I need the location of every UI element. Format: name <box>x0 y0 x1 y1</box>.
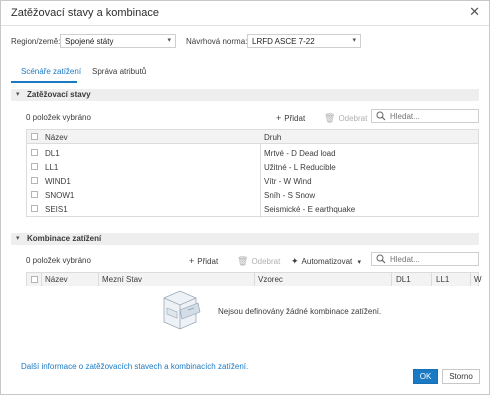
remove-load-case-button[interactable]: 🗑 Odebrat <box>324 113 367 124</box>
region-label: Region/země: <box>11 37 61 46</box>
row-checkbox[interactable] <box>31 191 38 198</box>
remove-label: Odebrat <box>251 257 281 266</box>
select-all-checkbox[interactable] <box>31 276 38 283</box>
table-row[interactable]: SNOW1 Sníh - S Snow <box>27 190 478 201</box>
column-divider <box>254 273 255 286</box>
title-bar: Zatěžovací stavy a kombinace ✕ <box>1 1 489 26</box>
table-header-row: Název Druh <box>27 130 478 144</box>
row-name: LL1 <box>45 163 59 172</box>
combinations-selection-count: 0 položek vybráno <box>26 256 91 265</box>
add-load-case-button[interactable]: + Přidat <box>276 113 305 123</box>
combinations-search[interactable] <box>371 252 479 266</box>
column-divider <box>470 273 471 286</box>
trash-icon: 🗑 <box>324 113 336 123</box>
norm-select[interactable]: LRFD ASCE 7-22 ▾ <box>247 34 361 48</box>
load-cases-section-title: Zatěžovací stavy <box>27 90 91 99</box>
sparkle-icon: ✦ <box>291 256 299 266</box>
dialog-title: Zatěžovací stavy a kombinace <box>11 7 159 19</box>
row-checkbox[interactable] <box>31 163 38 170</box>
tab-load-scenarios[interactable]: Scénáře zatížení <box>21 67 81 76</box>
plus-icon: + <box>276 113 282 123</box>
row-checkbox[interactable] <box>31 149 38 156</box>
column-header-limit-state[interactable]: Mezní Stav <box>102 275 142 284</box>
column-divider <box>391 273 392 286</box>
chevron-down-icon: ▾ <box>357 259 361 266</box>
remove-combination-button[interactable]: 🗑 Odebrat <box>237 256 280 267</box>
load-cases-section-header[interactable]: ▾ Zatěžovací stavy <box>11 89 479 101</box>
load-combinations-section-header[interactable]: ▾ Kombinace zatížení <box>11 233 479 245</box>
column-header-dl1[interactable]: DL1 <box>396 275 411 284</box>
empty-cabinet-icon <box>163 290 201 330</box>
chevron-down-icon: ▾ <box>352 37 356 44</box>
row-checkbox[interactable] <box>31 177 38 184</box>
region-select[interactable]: Spojené státy ▾ <box>60 34 176 48</box>
add-label: Přidat <box>284 114 306 123</box>
table-row[interactable]: DL1 Mrtvé - D Dead load <box>27 148 478 159</box>
ok-button[interactable]: OK <box>413 369 438 384</box>
load-cases-search[interactable] <box>371 109 479 123</box>
column-header-ll1[interactable]: LL1 <box>436 275 449 284</box>
column-header-w[interactable]: W <box>474 275 482 284</box>
row-kind: Mrtvé - D Dead load <box>264 149 336 158</box>
more-info-link[interactable]: Další informace o zatěžovacích stavech a… <box>21 362 248 371</box>
collapse-triangle-icon[interactable]: ▾ <box>16 90 20 98</box>
load-cases-search-input[interactable] <box>390 111 470 121</box>
column-header-name[interactable]: Název <box>45 133 68 142</box>
search-icon <box>376 111 386 121</box>
table-row[interactable]: LL1 Užitné - L Reducible <box>27 162 478 173</box>
row-kind: Vítr - W Wind <box>264 177 312 186</box>
region-value: Spojené státy <box>65 37 114 46</box>
tab-bar: Scénáře zatížení Správa atributů <box>11 63 477 83</box>
row-kind: Sníh - S Snow <box>264 191 316 200</box>
column-header-name[interactable]: Název <box>45 275 68 284</box>
table-row[interactable]: WIND1 Vítr - W Wind <box>27 176 478 187</box>
add-label: Přidat <box>197 257 219 266</box>
row-kind: Seismické - E earthquake <box>264 205 356 214</box>
active-tab-indicator <box>11 81 77 83</box>
column-divider <box>98 273 99 286</box>
row-name: SNOW1 <box>45 191 75 200</box>
table-row[interactable]: SEIS1 Seismické - E earthquake <box>27 204 478 215</box>
automate-button[interactable]: ✦ Automatizovat ▾ <box>291 256 361 267</box>
empty-combinations-message: Nejsou definovány žádné kombinace zatíže… <box>218 307 382 316</box>
column-header-formula[interactable]: Vzorec <box>258 275 283 284</box>
combinations-table-header: Název Mezní Stav Vzorec DL1 LL1 W <box>26 272 482 286</box>
column-divider <box>41 273 42 286</box>
row-name: WIND1 <box>45 177 71 186</box>
norm-label: Návrhová norma: <box>186 37 248 46</box>
combinations-search-input[interactable] <box>390 254 470 264</box>
row-checkbox[interactable] <box>31 205 38 212</box>
search-icon <box>376 254 386 264</box>
load-cases-table: Název Druh DL1 Mrtvé - D Dead load LL1 U… <box>26 129 479 218</box>
select-all-checkbox[interactable] <box>31 133 38 140</box>
load-combinations-section-title: Kombinace zatížení <box>27 234 102 243</box>
load-cases-selection-count: 0 položek vybráno <box>26 113 91 122</box>
chevron-down-icon: ▾ <box>167 37 171 44</box>
automate-label: Automatizovat <box>301 257 353 266</box>
table-header-row: Název Mezní Stav Vzorec DL1 LL1 W <box>27 273 482 286</box>
row-kind: Užitné - L Reducible <box>264 163 336 172</box>
load-cases-dialog: Zatěžovací stavy a kombinace ✕ Region/ze… <box>0 0 490 395</box>
tab-attribute-management[interactable]: Správa atributů <box>92 67 146 76</box>
close-icon[interactable]: ✕ <box>469 5 480 19</box>
plus-icon: + <box>189 256 195 266</box>
collapse-triangle-icon[interactable]: ▾ <box>16 234 20 242</box>
trash-icon: 🗑 <box>237 256 249 266</box>
cancel-button[interactable]: Storno <box>442 369 480 384</box>
row-name: DL1 <box>45 149 60 158</box>
column-divider <box>431 273 432 286</box>
norm-value: LRFD ASCE 7-22 <box>252 37 315 46</box>
add-combination-button[interactable]: + Přidat <box>189 256 218 266</box>
row-name: SEIS1 <box>45 205 68 214</box>
remove-label: Odebrat <box>338 114 368 123</box>
column-header-kind[interactable]: Druh <box>264 133 281 142</box>
